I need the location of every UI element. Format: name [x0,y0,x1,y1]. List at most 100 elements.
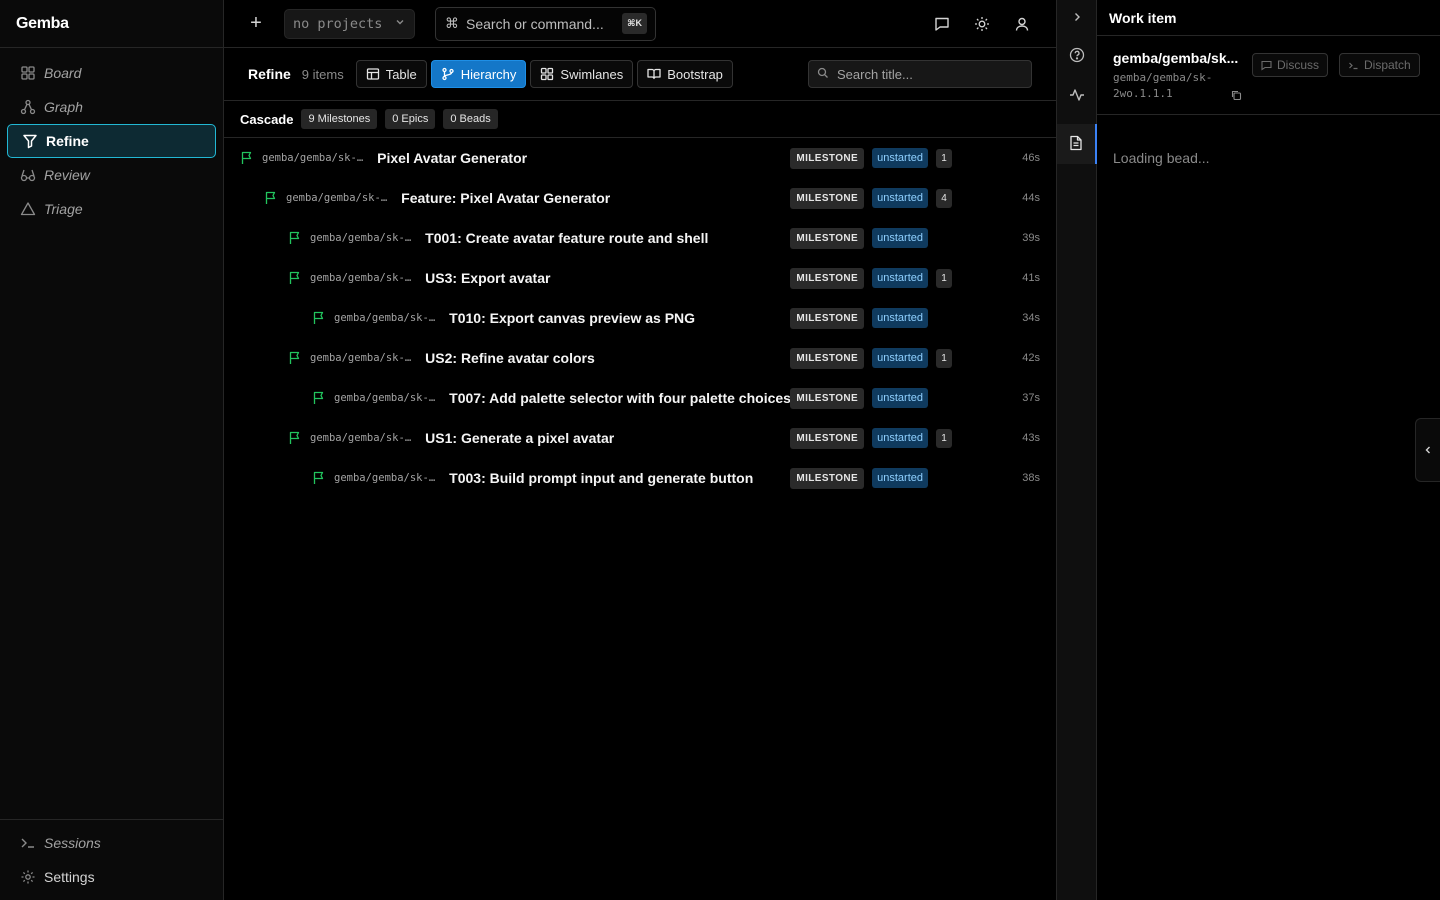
work-item-header: gemba/gemba/sk... gemba/gemba/sk-2wo.1.1… [1097,36,1440,115]
children-count-badge: 1 [936,148,952,168]
status-badge: unstarted [872,188,928,208]
row-age: 46s [1022,152,1040,164]
tree-row[interactable]: gemba/gemba/sk-… T007: Add palette select… [224,378,1056,418]
view-swimlanes-button[interactable]: Swimlanes [530,60,634,88]
row-title[interactable]: US1: Generate a pixel avatar [425,430,614,446]
sidebar-item-label: Sessions [44,835,101,851]
panel-title: Work item [1097,0,1440,36]
flag-icon [312,311,326,325]
tree-row[interactable]: gemba/gemba/sk-… T001: Create avatar feat… [224,218,1056,258]
sidebar-item-board[interactable]: Board [8,56,215,90]
sidebar-item-sessions[interactable]: Sessions [8,826,215,860]
sun-icon[interactable] [972,14,992,34]
expand-panel-button[interactable] [1057,0,1097,36]
copy-icon[interactable] [1231,88,1242,104]
flag-icon [288,431,302,445]
tree-row[interactable]: gemba/gemba/sk-… US2: Refine avatar color… [224,338,1056,378]
row-title[interactable]: T001: Create avatar feature route and sh… [425,230,708,246]
sidebar-item-label: Settings [44,869,95,885]
type-badge: MILESTONE [790,387,865,409]
user-icon[interactable] [1012,14,1032,34]
row-title[interactable]: US2: Refine avatar colors [425,350,595,366]
row-id: gemba/gemba/sk-… [310,232,412,244]
chat-icon [1261,60,1272,71]
row-title[interactable]: Pixel Avatar Generator [377,150,527,166]
sidebar-item-settings[interactable]: Settings [8,860,215,894]
status-badge: unstarted [872,228,928,248]
tree-row[interactable]: gemba/gemba/sk-… Feature: Pixel Avatar Ge… [224,178,1056,218]
activity-button[interactable] [1057,76,1097,116]
view-hierarchy-button[interactable]: Hierarchy [430,60,527,88]
type-badge: MILESTONE [790,307,865,329]
work-item-button[interactable] [1057,124,1097,164]
view-table-button[interactable]: Table [355,60,427,88]
row-age: 38s [1022,472,1040,484]
type-badge: MILESTONE [790,147,865,169]
sidebar-item-review[interactable]: Review [8,158,215,192]
row-age: 43s [1022,432,1040,444]
view-swimlanes-label: Swimlanes [560,66,624,82]
status-badge: unstarted [872,468,928,488]
dispatch-button[interactable]: Dispatch [1339,53,1420,77]
flag-icon [288,231,302,245]
command-search[interactable]: ⌘ Search or command... ⌘K [435,6,656,41]
cascade-label: Cascade [240,111,294,127]
sidebar-bottom: Sessions Settings [0,819,223,900]
grid-icon [540,67,554,81]
title-search[interactable] [808,60,1032,88]
row-age: 41s [1022,272,1040,284]
row-title[interactable]: T003: Build prompt input and generate bu… [449,470,753,486]
view-bootstrap-button[interactable]: Bootstrap [637,60,733,88]
row-title[interactable]: US3: Export avatar [425,270,550,286]
tree-row[interactable]: gemba/gemba/sk-… T010: Export canvas prev… [224,298,1056,338]
status-badge: unstarted [872,148,928,168]
collapse-panel-button[interactable] [1415,418,1440,482]
sidebar-item-label: Graph [44,99,83,115]
chevron-right-icon [1071,10,1083,26]
work-item-id: gemba/gemba/sk-2wo.1.1.1 [1113,71,1213,100]
row-title[interactable]: Feature: Pixel Avatar Generator [401,190,610,206]
sidebar-item-graph[interactable]: Graph [8,90,215,124]
chat-icon[interactable] [932,14,952,34]
right-rail [1056,0,1097,900]
row-badges: MILESTONE unstarted [790,307,952,329]
row-title[interactable]: T007: Add palette selector with four pal… [449,390,791,406]
discuss-button[interactable]: Discuss [1252,53,1329,77]
tree-row[interactable]: gemba/gemba/sk-… US1: Generate a pixel av… [224,418,1056,458]
children-count-badge: 1 [936,348,952,368]
row-age: 39s [1022,232,1040,244]
grid-icon [20,65,36,81]
type-badge: MILESTONE [790,227,865,249]
sidebar-item-triage[interactable]: Triage [8,192,215,226]
project-select[interactable]: no projects [284,8,415,39]
status-badge: unstarted [872,388,928,408]
row-age: 44s [1022,192,1040,204]
row-id: gemba/gemba/sk-… [310,272,412,284]
activity-icon [1069,87,1085,106]
view-toolbar: Refine 9 items Table Hierarchy Swimlanes… [224,48,1056,101]
terminal-icon [20,835,36,851]
git-branch-icon [441,67,455,81]
dispatch-label: Dispatch [1364,58,1411,72]
help-button[interactable] [1057,36,1097,76]
row-id: gemba/gemba/sk-… [310,352,412,364]
top-bar: + no projects ⌘ Search or command... ⌘K [224,0,1056,48]
search-icon [817,66,829,82]
sidebar-item-refine[interactable]: Refine [7,124,216,158]
row-badges: MILESTONE unstarted 1 [790,267,952,289]
tree-row[interactable]: gemba/gemba/sk-… T003: Build prompt input… [224,458,1056,498]
children-count-badge: 1 [936,268,952,288]
row-age: 42s [1022,352,1040,364]
row-title[interactable]: T010: Export canvas preview as PNG [449,310,695,326]
row-badges: MILESTONE unstarted 1 [790,427,952,449]
file-text-icon [1068,135,1084,154]
shortcut-badge: ⌘K [622,13,647,34]
search-input[interactable] [837,66,1017,82]
row-id: gemba/gemba/sk-… [310,432,412,444]
tree-row[interactable]: gemba/gemba/sk-… Pixel Avatar Generator MI… [224,138,1056,178]
add-button[interactable]: + [246,12,266,34]
row-badges: MILESTONE unstarted 4 [790,187,952,209]
triangle-icon [20,201,36,217]
tree-row[interactable]: gemba/gemba/sk-… US3: Export avatar MILEST… [224,258,1056,298]
children-count-badge: 4 [936,188,952,208]
